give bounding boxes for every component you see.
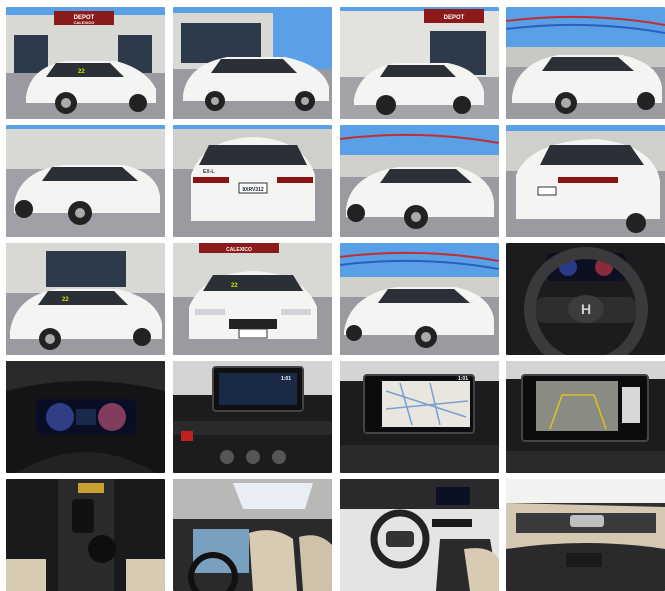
car-rear-three-quarter-photo — [506, 125, 665, 237]
photo-18[interactable] — [173, 479, 332, 591]
sunroof-interior-photo — [173, 479, 332, 591]
photo-3[interactable]: DEPOT — [340, 7, 499, 119]
svg-text:22: 22 — [62, 297, 69, 303]
car-front-straight-photo: CALEXICO 22 — [173, 243, 332, 355]
car-front-right-photo — [340, 243, 499, 355]
door-panel-photo — [506, 479, 665, 591]
svg-text:1:01: 1:01 — [281, 376, 291, 382]
photo-8[interactable] — [506, 125, 665, 237]
photo-5[interactable] — [6, 125, 165, 237]
instrument-cluster-photo — [6, 361, 165, 473]
photo-4[interactable] — [506, 7, 665, 119]
car-rear-photo: 8XRV312 EX-L — [173, 125, 332, 237]
navigation-screen-photo: 1:01 — [340, 361, 499, 473]
photo-15[interactable]: 1:01 — [340, 361, 499, 473]
photo-19[interactable] — [340, 479, 499, 591]
car-side-three-quarter-photo — [340, 125, 499, 237]
car-front-building-photo: DEPOT — [340, 7, 499, 119]
dashboard-audio-photo: 1:01 — [173, 361, 332, 473]
center-console-photo — [6, 479, 165, 591]
car-front-dealer-photo: DEPOT CALEXICO 22 — [6, 7, 165, 119]
svg-text:DEPOT: DEPOT — [444, 15, 465, 21]
photo-6[interactable]: 8XRV312 EX-L — [173, 125, 332, 237]
svg-text:CALEXICO: CALEXICO — [226, 247, 252, 253]
svg-text:8XRV312: 8XRV312 — [242, 187, 264, 193]
photo-17[interactable] — [6, 479, 165, 591]
photo-9[interactable]: 22 — [6, 243, 165, 355]
svg-text:22: 22 — [231, 283, 238, 289]
photo-7[interactable] — [340, 125, 499, 237]
car-front-left-photo: 22 — [6, 243, 165, 355]
backup-camera-photo — [506, 361, 665, 473]
svg-text:CALEXICO: CALEXICO — [74, 20, 95, 25]
photo-1[interactable]: DEPOT CALEXICO 22 — [6, 7, 165, 119]
photo-14[interactable]: 1:01 — [173, 361, 332, 473]
dashboard-wide-photo — [340, 479, 499, 591]
photo-16[interactable] — [506, 361, 665, 473]
svg-text:1:01: 1:01 — [458, 376, 468, 382]
photo-11[interactable] — [340, 243, 499, 355]
photo-12[interactable]: H — [506, 243, 665, 355]
photo-2[interactable] — [173, 7, 332, 119]
svg-text:EX-L: EX-L — [203, 169, 214, 175]
svg-text:22: 22 — [78, 69, 85, 75]
car-side-profile-photo — [6, 125, 165, 237]
steering-wheel-photo: H — [506, 243, 665, 355]
photo-13[interactable] — [6, 361, 165, 473]
photo-10[interactable]: CALEXICO 22 — [173, 243, 332, 355]
car-side-front-photo — [173, 7, 332, 119]
svg-text:H: H — [581, 301, 591, 317]
car-front-flags-photo — [506, 7, 665, 119]
photo-20[interactable] — [506, 479, 665, 591]
